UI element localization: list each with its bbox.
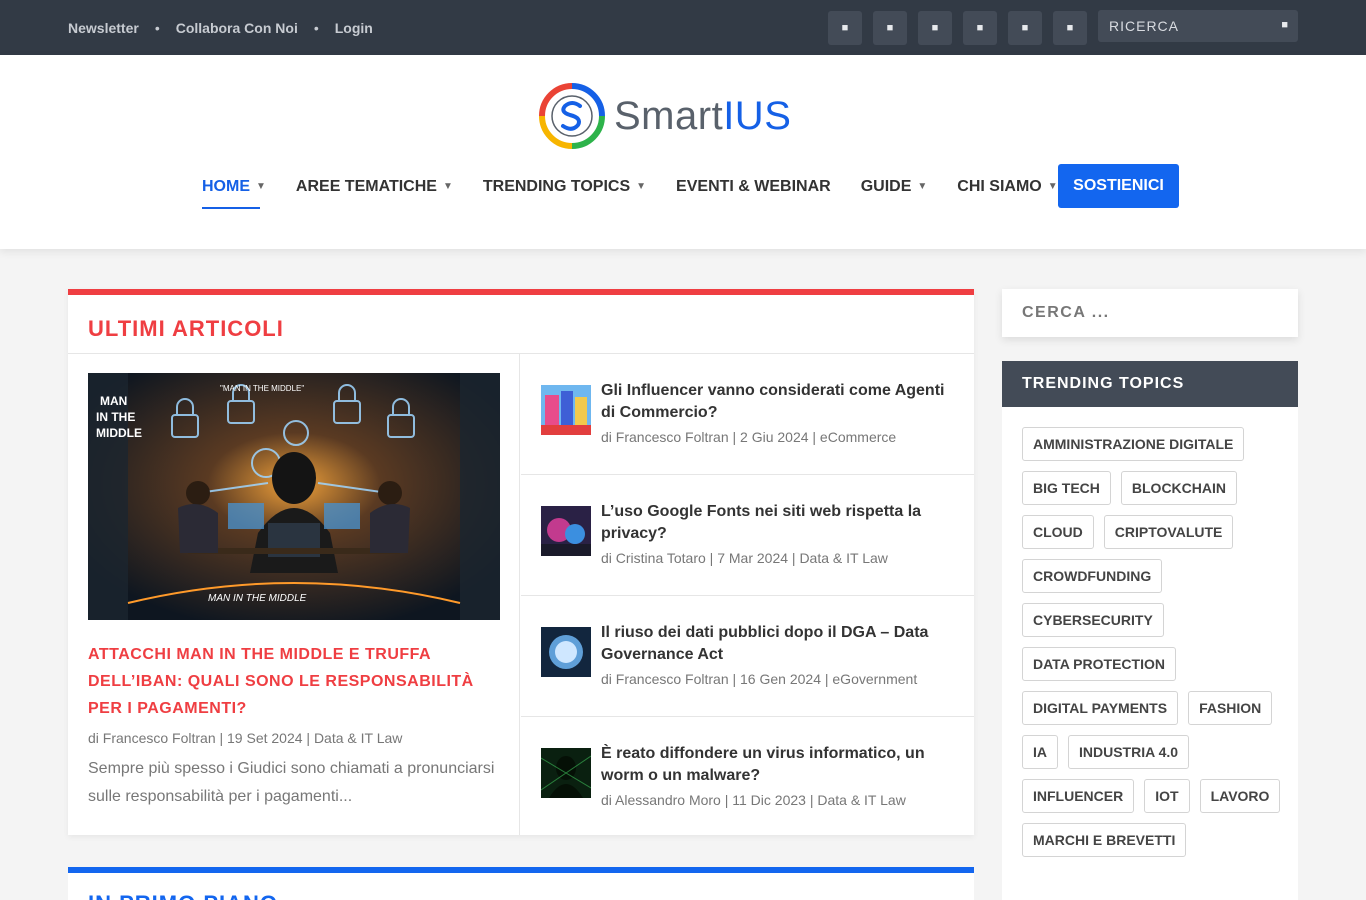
nav-item-aree-tematiche[interactable]: AREE TEMATICHE ▼ [296,164,453,209]
in-primo-piano-section: IN PRIMO PIANO [68,867,974,900]
featured-illustration: MAN IN THE MIDDLE "MAN IN THE MIDDLE" MA… [88,373,500,620]
newsletter-link[interactable]: Newsletter [68,20,139,36]
article-thumbnail[interactable] [541,506,591,556]
list-item[interactable]: Il riuso dei dati pubblici dopo il DGA –… [521,596,974,717]
collabora-link[interactable]: Collabora Con Noi [176,20,298,36]
widget-header: TRENDING TOPICS [1002,361,1298,407]
chevron-down-icon: ▼ [442,181,453,192]
list-item[interactable]: L’uso Google Fonts nei siti web rispetta… [521,475,974,596]
article-title[interactable]: È reato diffondere un virus informatico,… [601,743,961,787]
chevron-down-icon: ▼ [256,181,266,192]
tag-link[interactable]: LAVORO [1199,779,1281,813]
chevron-down-icon: ▼ [917,181,928,192]
tag-link[interactable]: CLOUD [1022,515,1094,549]
sostienici-button[interactable]: SOSTIENICI [1058,164,1179,208]
social-links: ■ ■ ■ ■ ■ ■ [828,11,1098,45]
article-meta: di Alessandro Moro | 11 Dic 2023 | Data … [601,792,906,808]
article-meta: di Francesco Foltran | 16 Gen 2024 | eGo… [601,671,918,687]
tag-link[interactable]: AMMINISTRAZIONE DIGITALE [1022,427,1245,461]
article-thumbnail[interactable] [541,627,591,677]
tag-link[interactable]: DIGITAL PAYMENTS [1022,691,1179,725]
logo-word-ius: IUS [723,93,792,138]
tag-link[interactable]: MARCHI E BREVETTI [1022,823,1187,857]
thumbnail-art [541,627,591,677]
twitter-icon[interactable]: ■ [873,11,907,45]
main-nav: HOME ▼ AREE TEMATICHE ▼ TRENDING TOPICS ▼ E… [202,164,1088,209]
image-text-bottom: MAN IN THE MIDDLE [208,593,307,604]
site-header: SmartIUS HOME ▼ AREE TEMATICHE ▼ TRENDING … [0,55,1366,249]
nav-label: GUIDE [860,177,912,195]
nav-item-eventi-webinar[interactable]: EVENTI & WEBINAR [676,164,831,209]
logo-word-smart: Smart [614,93,724,138]
nav-label: EVENTI & WEBINAR [676,177,831,195]
sidebar-search-input[interactable]: CERCA ... [1002,289,1298,337]
nav-item-guide[interactable]: GUIDE ▼ [861,164,928,209]
instagram-icon[interactable]: ■ [963,11,997,45]
featured-title[interactable]: ATTACCHI MAN IN THE MIDDLE E TRUFFA DELL… [88,641,498,722]
nav-label: CHI SIAMO [957,177,1042,195]
section-title: IN PRIMO PIANO [88,891,278,900]
article-title[interactable]: L’uso Google Fonts nei siti web rispetta… [601,501,961,545]
tag-link[interactable]: INDUSTRIA 4.0 [1068,735,1190,769]
image-text-middle: MIDDLE [96,426,142,440]
article-title[interactable]: Gli Influencer vanno considerati come Ag… [601,380,961,424]
tag-link[interactable]: CRIPTOVALUTE [1103,515,1234,549]
featured-article: MAN IN THE MIDDLE "MAN IN THE MIDDLE" MA… [68,354,520,835]
thumbnail-art [541,748,591,798]
logo-mark-icon [539,83,605,149]
thumbnail-art [541,385,591,435]
tag-link[interactable]: BLOCKCHAIN [1120,471,1237,505]
list-item[interactable]: Gli Influencer vanno considerati come Ag… [521,354,974,475]
latest-articles-section: ULTIMI ARTICOLI MAN IN THE MIDDLE "MAN I… [68,289,974,835]
tag-link[interactable]: CROWDFUNDING [1022,559,1163,593]
section-title: ULTIMI ARTICOLI [88,316,284,341]
nav-label: TRENDING TOPICS [482,177,631,195]
image-text-man: MAN [100,394,127,408]
article-meta: di Cristina Totaro | 7 Mar 2024 | Data &… [601,550,888,566]
tag-link[interactable]: IOT [1144,779,1190,813]
trending-topics-widget: TRENDING TOPICS AMMINISTRAZIONE DIGITALE… [1002,361,1298,900]
separator: • [154,19,160,36]
article-title[interactable]: Il riuso dei dati pubblici dopo il DGA –… [601,622,961,666]
tag-link[interactable]: CYBERSECURITY [1022,603,1164,637]
top-links: Newsletter • Collabora Con Noi • Login [68,0,373,55]
article-thumbnail[interactable] [541,748,591,798]
tag-link[interactable]: BIG TECH [1022,471,1111,505]
nav-item-trending-topics[interactable]: TRENDING TOPICS ▼ [483,164,646,209]
widget-title: TRENDING TOPICS [1022,375,1185,392]
chevron-down-icon: ▼ [1047,181,1058,192]
article-thumbnail[interactable] [541,385,591,435]
nav-item-home[interactable]: HOME ▼ [202,164,266,209]
thumbnail-art [541,506,591,556]
nav-item-chi-siamo[interactable]: CHI SIAMO ▼ [957,164,1057,209]
tag-cloud: AMMINISTRAZIONE DIGITALE BIG TECH BLOCKC… [1022,427,1292,867]
image-text-in-the: IN THE [96,410,135,424]
search-placeholder: RICERCA [1109,18,1180,34]
featured-excerpt: Sempre più spesso i Giudici sono chiamat… [88,760,495,805]
top-search-input[interactable]: RICERCA ■ [1098,10,1298,42]
chevron-down-icon: ▼ [636,181,647,192]
list-item[interactable]: È reato diffondere un virus informatico,… [521,717,974,838]
separator: • [313,19,319,36]
rss-icon[interactable]: ■ [1053,11,1087,45]
featured-image[interactable]: MAN IN THE MIDDLE "MAN IN THE MIDDLE" MA… [88,373,500,620]
image-text-quoted: "MAN IN THE MIDDLE" [220,384,304,393]
search-icon[interactable]: ■ [1281,19,1288,31]
linkedin-icon[interactable]: ■ [918,11,952,45]
tag-link[interactable]: FASHION [1188,691,1273,725]
sidebar-search-placeholder: CERCA ... [1022,304,1110,321]
featured-meta: di Francesco Foltran | 19 Set 2024 | Dat… [88,730,403,746]
nav-label: HOME [202,177,250,195]
site-logo[interactable]: SmartIUS [538,82,791,150]
youtube-icon[interactable]: ■ [1008,11,1042,45]
facebook-icon[interactable]: ■ [828,11,862,45]
login-link[interactable]: Login [335,20,373,36]
nav-label: AREE TEMATICHE [295,177,437,195]
tag-link[interactable]: INFLUENCER [1022,779,1135,813]
logo-wordmark: SmartIUS [614,94,791,139]
tag-link[interactable]: DATA PROTECTION [1022,647,1176,681]
tag-link[interactable]: IA [1022,735,1058,769]
article-meta: di Francesco Foltran | 2 Giu 2024 | eCom… [601,429,897,445]
top-bar: Newsletter • Collabora Con Noi • Login ■… [0,0,1366,55]
